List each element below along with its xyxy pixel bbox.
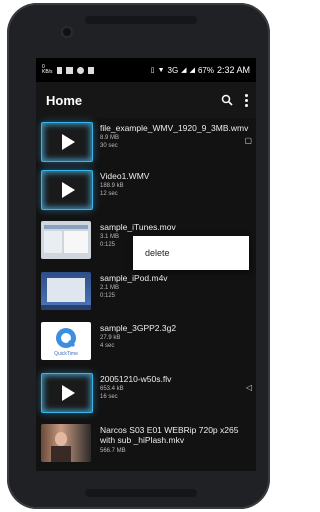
front-camera [63,28,71,36]
block-icon [76,66,84,74]
file-name: sample_iPod.m4v [100,273,168,283]
video-thumbnail [41,272,91,310]
file-size: 566.7 MB [100,448,126,454]
file-duration: 0:125 [100,293,116,299]
list-item[interactable]: QuickTime sample_3GPP2.3g2 27.9 kB 4 sec [36,318,256,370]
phone-frame: 0 KB/s ▯ ▼ 3G ◢ ◢ 67% 2:32 AM Home file_… [7,3,270,509]
file-size: 8.9 MB [100,135,120,141]
search-icon[interactable] [221,94,233,106]
speaker-grille [85,16,197,24]
context-menu: delete [133,236,249,270]
file-size: 27.9 kB [100,335,121,341]
file-duration: 12 sec [100,191,118,197]
file-name: Narcos S03 E01 WEBRip 720p x265 with sub… [100,425,239,445]
file-size: 188.9 kB [100,183,124,189]
overflow-menu-icon[interactable] [245,93,248,107]
file-duration: 16 sec [100,394,118,400]
video-thumbnail [41,424,91,462]
status-bar: 0 KB/s ▯ ▼ 3G ◢ ◢ 67% 2:32 AM [36,58,256,82]
file-size: 3.1 MB [100,234,120,240]
file-name: 20051210-w50s.flv [100,374,172,384]
video-thumbnail [41,221,91,259]
square-nav-icon[interactable]: ▢ [244,136,252,145]
file-size: 653.4 kB [100,386,124,392]
list-item[interactable]: 20051210-w50s.flv 653.4 kB 16 sec ◁ [36,369,256,421]
delete-menu-item[interactable]: delete [133,248,170,258]
app-bar: Home [36,82,256,118]
usb-icon [56,66,62,74]
vibrate-icon: ▯ [150,67,155,74]
image-icon [65,66,73,74]
battery-label: 67% [197,65,214,75]
page-title: Home [46,92,83,108]
wifi-icon: ▼ [157,66,165,74]
file-duration: 0:125 [100,242,116,248]
nfc-icon [87,66,94,74]
file-name: sample_3GPP2.3g2 [100,323,177,333]
video-thumbnail [41,122,93,162]
file-duration: 4 sec [100,343,115,349]
clock: 2:32 AM [216,65,250,75]
list-item[interactable]: Narcos S03 E01 WEBRip 720p x265 with sub… [36,420,256,471]
network-label: 3G [167,65,179,75]
speaker-grille-bottom [85,489,197,497]
signal-icon: ◢ [181,67,187,74]
quicktime-label: QuickTime [54,351,78,357]
file-duration: 30 sec [100,143,118,149]
back-nav-icon[interactable]: ◁ [246,383,252,392]
screen: 0 KB/s ▯ ▼ 3G ◢ ◢ 67% 2:32 AM Home file_… [36,58,256,471]
video-thumbnail [41,373,93,413]
quicktime-thumbnail: QuickTime [41,322,91,360]
file-size: 2.1 MB [100,285,120,291]
file-name: Video1.WMV [100,171,150,181]
kb-speed-icon: 0 KB/s [42,64,53,75]
video-thumbnail [41,170,93,210]
file-name: file_example_WMV_1920_9_3MB.wmv [100,123,249,133]
list-item[interactable]: Video1.WMV 188.9 kB 12 sec [36,166,256,218]
list-item[interactable]: file_example_WMV_1920_9_3MB.wmv 8.9 MB 3… [36,118,256,170]
signal-icon-2: ◢ [189,67,195,74]
list-item[interactable]: sample_iPod.m4v 2.1 MB 0:125 [36,268,256,320]
file-name: sample_iTunes.mov [100,222,176,232]
